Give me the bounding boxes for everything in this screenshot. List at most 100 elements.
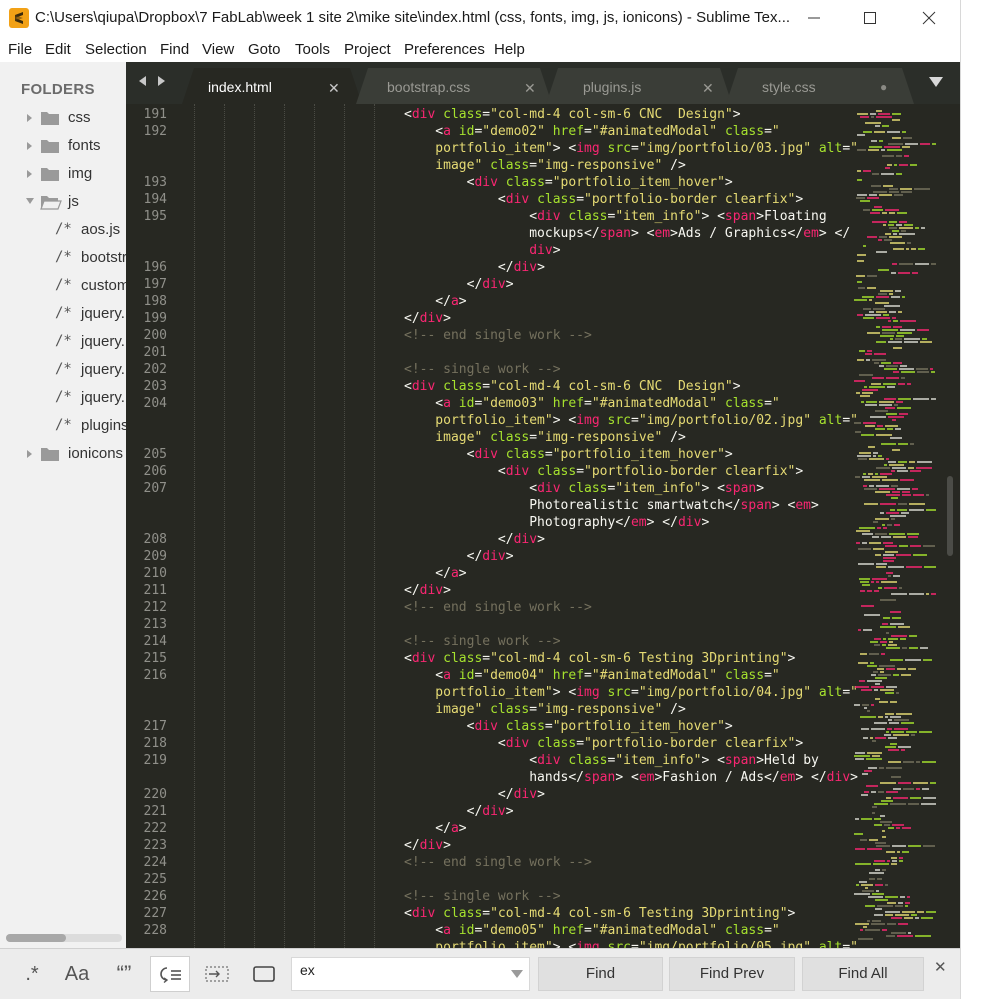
menu-file[interactable]: File xyxy=(8,41,32,58)
tab-close-icon[interactable]: ✕ xyxy=(702,80,714,97)
minimap-line xyxy=(872,536,879,538)
minimap-line xyxy=(858,938,873,940)
code-token: Photorealistic smartwatch</ xyxy=(404,498,741,513)
js-file-icon: /* xyxy=(55,361,72,377)
minimap-line xyxy=(908,668,916,670)
menu-find[interactable]: Find xyxy=(160,41,189,58)
minimap-line xyxy=(866,785,878,787)
code-line: <div class="portfolio_item_hover"> xyxy=(404,175,733,190)
chevron-right-icon[interactable] xyxy=(26,169,34,179)
code-token: id xyxy=(458,124,475,139)
minimap-line xyxy=(862,584,870,586)
find-history-dropdown-icon[interactable] xyxy=(510,969,524,979)
find-button[interactable]: Find xyxy=(538,957,663,991)
sidebar-file[interactable]: /* jquery. xyxy=(0,303,126,325)
highlight-matches-toggle-button[interactable] xyxy=(244,956,284,992)
code-token: > xyxy=(724,175,733,190)
minimap-line xyxy=(881,443,896,445)
menu-help[interactable]: Help xyxy=(494,41,525,58)
minimap-line xyxy=(879,236,887,238)
find-prev-button[interactable]: Find Prev xyxy=(669,957,795,991)
close-window-button[interactable] xyxy=(900,0,958,36)
sidebar-folder-fonts[interactable]: fonts xyxy=(0,135,126,157)
minimap-line xyxy=(860,653,867,655)
sidebar-file[interactable]: /* plugins xyxy=(0,415,126,437)
chevron-right-icon[interactable] xyxy=(26,141,34,151)
sidebar-file[interactable]: /* jquery. xyxy=(0,359,126,381)
in-selection-toggle-button[interactable] xyxy=(197,956,237,992)
sidebar-file[interactable]: /* jquery. xyxy=(0,331,126,353)
code-token: </ xyxy=(404,821,451,836)
sidebar-folder-js[interactable]: js xyxy=(0,191,126,213)
menu-preferences[interactable]: Preferences xyxy=(404,41,485,58)
chevron-right-icon[interactable] xyxy=(26,449,34,459)
tab-style-css[interactable]: style.css ● xyxy=(726,68,914,104)
case-sensitive-toggle-button[interactable]: Aa xyxy=(57,956,97,992)
minimize-button[interactable] xyxy=(785,0,843,36)
regex-toggle-button[interactable]: .* xyxy=(12,956,52,992)
minimap-line xyxy=(901,230,906,232)
minimap-line xyxy=(879,401,894,403)
sidebar-folder-css[interactable]: css xyxy=(0,107,126,129)
minimap-line xyxy=(864,503,878,505)
code-token: = xyxy=(584,396,592,411)
code-token: "img-responsive" xyxy=(537,158,663,173)
sidebar-item-label: jquery. xyxy=(81,333,125,350)
code-token: span xyxy=(724,481,757,496)
code-editor[interactable]: 191 192 193 194 195 196 197 198 199 200 201 202 203 2… xyxy=(126,104,960,948)
minimap-line xyxy=(886,935,895,937)
tab-plugins-js[interactable]: plugins.js ✕ xyxy=(546,68,732,104)
menu-goto[interactable]: Goto xyxy=(248,41,281,58)
sidebar-file[interactable]: /* jquery. xyxy=(0,387,126,409)
whole-word-toggle-button[interactable]: “” xyxy=(104,956,144,992)
menu-tools[interactable]: Tools xyxy=(295,41,330,58)
minimap-line xyxy=(905,659,921,661)
sidebar-file[interactable]: /* aos.js xyxy=(0,219,126,241)
maximize-button[interactable] xyxy=(841,0,899,36)
sidebar-file[interactable]: /* custom xyxy=(0,275,126,297)
sublime-logo-icon xyxy=(9,8,29,28)
sidebar-folder-ionicons[interactable]: ionicons xyxy=(0,443,126,465)
menu-view[interactable]: View xyxy=(202,41,234,58)
menu-project[interactable]: Project xyxy=(344,41,391,58)
tab-close-icon[interactable]: ✕ xyxy=(524,80,536,97)
menu-edit[interactable]: Edit xyxy=(45,41,71,58)
unsaved-dot-icon[interactable]: ● xyxy=(880,80,887,94)
minimap-line xyxy=(898,923,908,925)
chevron-down-icon[interactable] xyxy=(25,197,35,205)
tab-navigation-arrows-icon[interactable] xyxy=(138,74,168,88)
scrollbar-thumb[interactable] xyxy=(6,934,66,942)
editor-vertical-scrollbar[interactable] xyxy=(944,104,956,948)
minimap-line xyxy=(856,392,860,394)
minimap-line xyxy=(889,188,898,190)
code-token: < xyxy=(404,464,506,479)
sidebar-folder-img[interactable]: img xyxy=(0,163,126,185)
minimize-icon xyxy=(808,17,820,19)
find-input[interactable]: ex xyxy=(291,957,530,991)
wrap-toggle-button[interactable] xyxy=(150,956,190,992)
minimap-line xyxy=(906,731,917,733)
code-token: div xyxy=(474,175,498,190)
tab-bootstrap-css[interactable]: bootstrap.css ✕ xyxy=(356,68,552,104)
minimap-line xyxy=(869,146,882,148)
minimap-line xyxy=(871,686,884,688)
sidebar-horizontal-scrollbar[interactable] xyxy=(6,934,122,942)
find-all-button[interactable]: Find All xyxy=(802,957,924,991)
minimap-line xyxy=(891,593,907,595)
code-token: em xyxy=(638,770,655,785)
menu-selection[interactable]: Selection xyxy=(85,41,147,58)
code-line: <!-- single work --> xyxy=(404,362,561,377)
code-token: > xyxy=(505,549,514,564)
minimap-line xyxy=(891,635,907,637)
minimap-line xyxy=(889,293,893,295)
close-find-panel-icon[interactable]: ✕ xyxy=(934,958,947,976)
sidebar-file[interactable]: /* bootstr xyxy=(0,247,126,269)
chevron-right-icon[interactable] xyxy=(26,113,34,123)
scrollbar-thumb[interactable] xyxy=(947,476,953,556)
tab-close-icon[interactable]: ✕ xyxy=(328,80,340,97)
tab-list-dropdown-icon[interactable] xyxy=(928,76,944,88)
tab-index-html[interactable]: index.html ✕ xyxy=(182,68,362,104)
minimap[interactable] xyxy=(854,104,938,948)
